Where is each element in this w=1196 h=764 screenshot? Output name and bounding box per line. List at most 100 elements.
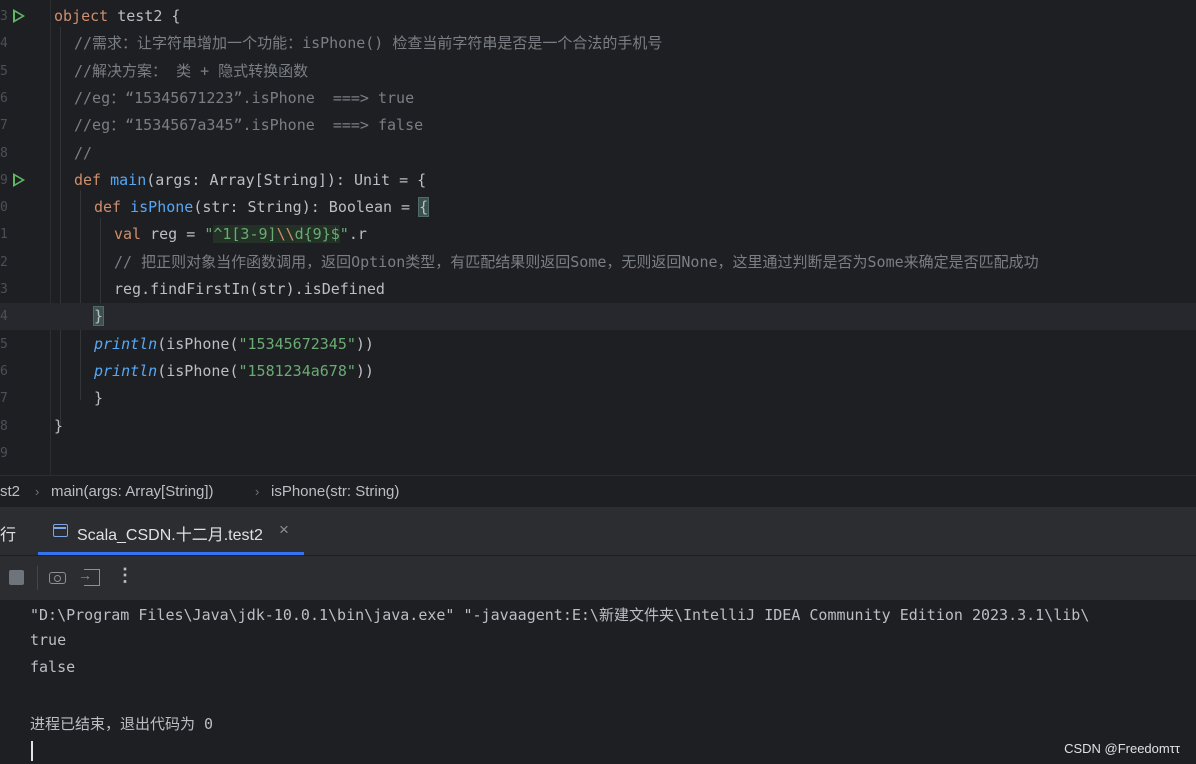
run-toolbar: ⋮	[0, 556, 1196, 600]
code-editor[interactable]: 3 object test2 {4 //需求：让字符串增加一个功能：isPhone(…	[0, 0, 1196, 475]
code-token: (isPhone(	[157, 334, 239, 353]
run-config-icon	[53, 524, 68, 537]
stop-icon[interactable]	[9, 570, 24, 585]
code-text: // 把正则对象当作函数调用，返回Option类型，有匹配结果则返回Some，无…	[114, 249, 1039, 276]
run-gutter-icon[interactable]	[13, 9, 25, 23]
code-token: ^1[3-9]	[213, 225, 277, 244]
code-token: reg.findFirstIn(str).isDefined	[114, 280, 385, 298]
code-token: (isPhone(	[157, 361, 239, 380]
tab-label: Scala_CSDN.十二月.test2	[77, 527, 263, 544]
console-line: 进程已结束，退出代码为 0	[30, 715, 214, 733]
console-line: true	[30, 631, 67, 649]
tab-run-config[interactable]: Scala_CSDN.十二月.test2 ×	[38, 507, 304, 555]
code-token: //	[74, 143, 93, 162]
more-vertical-icon[interactable]: ⋮	[116, 565, 134, 585]
camera-icon[interactable]	[49, 572, 66, 584]
run-tool-window-header: 行 Scala_CSDN.十二月.test2 ×	[0, 507, 1196, 556]
code-token: println	[94, 334, 158, 353]
line-number: 9	[0, 445, 8, 461]
code-text: println(isPhone("1581234a678"))	[94, 358, 374, 385]
text-cursor	[31, 741, 33, 761]
code-text: reg.findFirstIn(str).isDefined	[114, 276, 385, 303]
breadcrumb-item-isphone[interactable]: isPhone(str: String)	[271, 476, 399, 507]
code-text: }	[94, 385, 103, 412]
code-token: {	[418, 197, 430, 218]
line-number: 0	[0, 200, 8, 216]
code-text: def main(args: Array[String]): Unit = {	[74, 167, 426, 194]
code-token: "15345672345"	[238, 334, 356, 353]
code-token: //需求：让字符串增加一个功能：isPhone() 检查当前字符串是否是一个合法…	[74, 34, 663, 53]
code-token: println	[94, 361, 158, 380]
code-line[interactable]: 4}	[0, 303, 1196, 331]
code-token: "	[339, 225, 349, 244]
code-line[interactable]: 9 def main(args: Array[String]): Unit = {	[0, 167, 1196, 194]
code-token: \\	[276, 225, 295, 244]
code-text: //	[74, 140, 92, 167]
code-line[interactable]: 3 object test2 {	[0, 3, 1196, 30]
code-text: println(isPhone("15345672345"))	[94, 331, 374, 358]
code-line[interactable]: 8}	[0, 413, 1196, 440]
code-line[interactable]: 5 println(isPhone("15345672345"))	[0, 331, 1196, 358]
code-token: main	[110, 170, 147, 189]
code-token: "	[204, 225, 214, 244]
code-token: test2 {	[108, 7, 181, 25]
code-token: //解决方案： 类 + 隐式转换函数	[74, 61, 309, 80]
code-line[interactable]: 9	[0, 440, 1196, 467]
code-text: //eg：“1534567a345”.isPhone ===> false	[74, 112, 423, 139]
code-line[interactable]: 6 //eg：“15345671223”.isPhone ===> true	[0, 85, 1196, 112]
code-token: def	[74, 170, 111, 189]
run-panel-title: 行	[0, 527, 17, 544]
console-line: false	[30, 658, 76, 676]
line-number: 3	[0, 282, 8, 297]
line-number: 8	[0, 145, 8, 161]
code-token: ))	[355, 334, 374, 353]
line-number: 2	[0, 254, 8, 270]
code-token: ))	[355, 361, 374, 380]
code-text: //解决方案： 类 + 隐式转换函数	[74, 58, 308, 85]
console-line: "D:\Program Files\Java\jdk-10.0.1\bin\ja…	[30, 606, 1090, 624]
code-token: val	[114, 225, 142, 244]
code-token: (args: Array[String]): Unit = {	[146, 170, 427, 189]
code-text: def isPhone(str: String): Boolean = {	[94, 194, 430, 221]
code-line[interactable]: 7 //eg：“1534567a345”.isPhone ===> false	[0, 112, 1196, 139]
code-line[interactable]: 1 val reg = "^1[3-9]\\d{9}$".r	[0, 221, 1196, 248]
code-line[interactable]: 8 //	[0, 140, 1196, 167]
code-text: object test2 {	[54, 3, 180, 30]
line-number: 1	[0, 227, 8, 243]
line-number: 7	[0, 118, 8, 134]
code-token: def	[94, 198, 131, 217]
code-line[interactable]: 0 def isPhone(str: String): Boolean = {	[0, 194, 1196, 221]
line-number: 7	[0, 391, 8, 407]
code-token: .r	[348, 225, 367, 244]
code-line[interactable]: 6 println(isPhone("1581234a678"))	[0, 358, 1196, 385]
line-number: 8	[0, 418, 8, 434]
code-line[interactable]: 3 reg.findFirstIn(str).isDefined	[0, 276, 1196, 303]
exit-icon[interactable]	[78, 567, 100, 586]
code-text: val reg = "^1[3-9]\\d{9}$".r	[114, 221, 367, 248]
code-line[interactable]: 5 //解决方案： 类 + 隐式转换函数	[0, 58, 1196, 85]
breadcrumb-item-object[interactable]: st2	[0, 476, 20, 507]
code-line[interactable]: 7}	[0, 385, 1196, 412]
code-token: }	[54, 416, 64, 435]
breadcrumb-item-main[interactable]: main(args: Array[String])	[51, 476, 214, 507]
close-icon[interactable]: ×	[279, 520, 289, 540]
code-line[interactable]: 2 // 把正则对象当作函数调用，返回Option类型，有匹配结果则返回Some，…	[0, 249, 1196, 276]
console-output[interactable]: "D:\Program Files\Java\jdk-10.0.1\bin\ja…	[0, 600, 1196, 764]
code-text: //需求：让字符串增加一个功能：isPhone() 检查当前字符串是否是一个合法…	[74, 30, 662, 57]
code-token: }	[94, 389, 104, 408]
code-text: //eg：“15345671223”.isPhone ===> true	[74, 85, 414, 112]
line-number: 6	[0, 90, 8, 106]
code-token: (str: String): Boolean =	[193, 198, 420, 217]
code-token: }	[92, 306, 105, 327]
toolbar-divider	[37, 566, 38, 590]
run-gutter-icon[interactable]	[13, 172, 25, 187]
code-text: }	[54, 413, 63, 440]
code-text: }	[92, 303, 105, 330]
line-number: 6	[0, 363, 8, 379]
line-number: 4	[0, 309, 8, 325]
breadcrumb-separator: ›	[255, 484, 260, 499]
watermark: CSDN @Freedomττ	[1064, 741, 1180, 756]
code-line[interactable]: 4 //需求：让字符串增加一个功能：isPhone() 检查当前字符串是否是一个合…	[0, 30, 1196, 57]
code-token: isPhone	[130, 198, 194, 217]
breadcrumb-separator: ›	[35, 484, 40, 499]
